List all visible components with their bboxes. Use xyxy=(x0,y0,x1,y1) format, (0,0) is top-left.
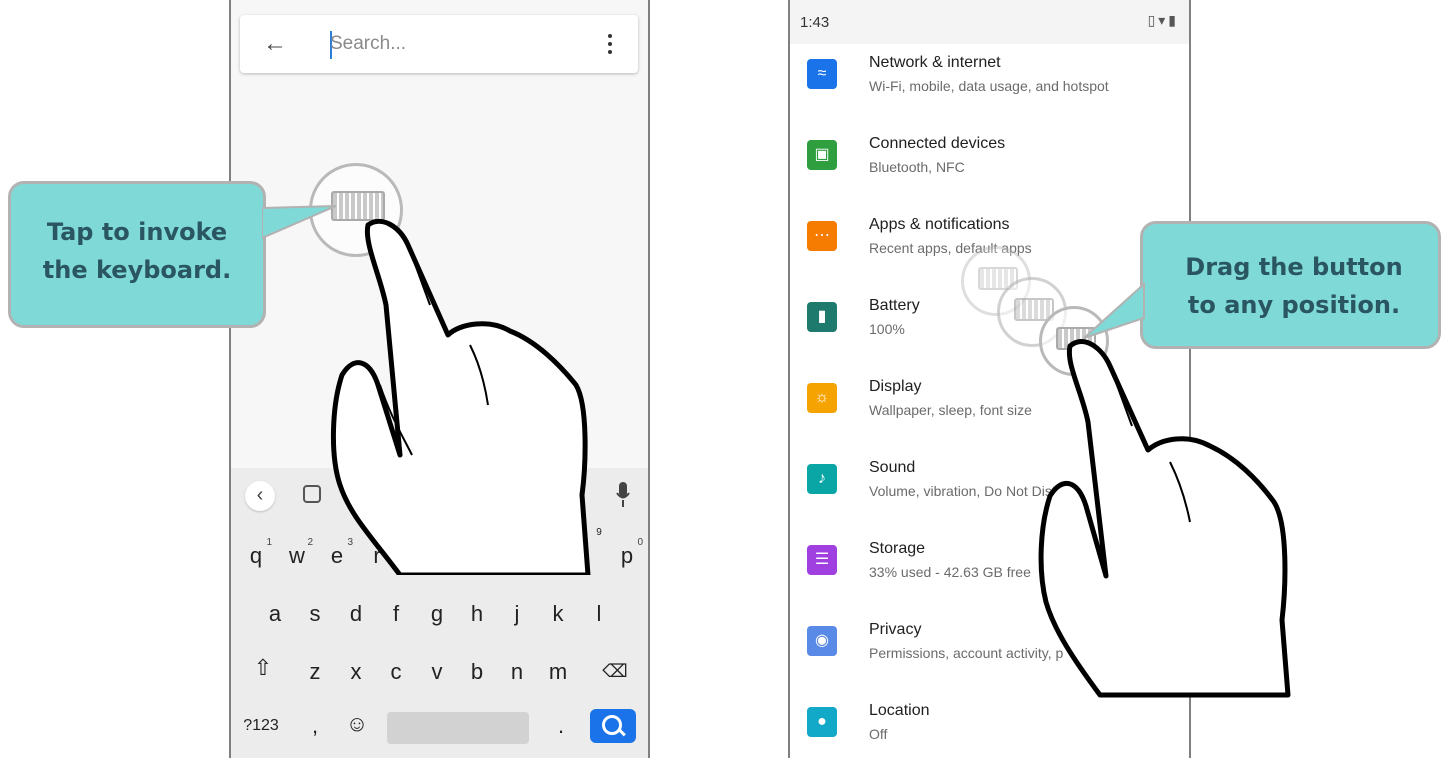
status-time: 1:43 xyxy=(800,14,830,31)
right-phone-screen: 1:43 ▯▾▮ ≈ Network & internet Wi-Fi, mob… xyxy=(788,0,1191,758)
display-icon: ☼ xyxy=(807,383,837,413)
left-phone-screen: ← ‹ q1 w2 e3 r 9 p0 a s d f g h j k l ⇧ … xyxy=(229,0,650,758)
keyboard-toolbar: ‹ xyxy=(231,468,648,521)
location-icon: ● xyxy=(807,707,837,737)
backspace-key-icon[interactable]: ⌫ xyxy=(597,661,633,682)
setting-title: Battery xyxy=(869,297,920,314)
space-key[interactable] xyxy=(387,712,529,744)
setting-title: Privacy xyxy=(869,621,922,638)
key-hint-9: 9 xyxy=(596,527,602,538)
key-comma[interactable]: , xyxy=(297,713,333,739)
keyboard-search-button[interactable] xyxy=(590,709,636,743)
key-d[interactable]: d xyxy=(338,601,374,627)
key-m[interactable]: m xyxy=(540,659,576,685)
floating-keyboard-button[interactable] xyxy=(1039,306,1109,376)
setting-sound[interactable]: ♪ Sound Volume, vibration, Do Not Distur… xyxy=(790,449,1189,530)
key-j[interactable]: j xyxy=(499,601,535,627)
key-s[interactable]: s xyxy=(297,601,333,627)
privacy-icon: ◉ xyxy=(807,626,837,656)
search-bar: ← xyxy=(240,15,638,73)
drag-callout-line2: to any position. xyxy=(1187,291,1401,319)
key-g[interactable]: g xyxy=(419,601,455,627)
tap-callout-line1: Tap to invoke xyxy=(46,218,228,246)
storage-icon: ☰ xyxy=(807,545,837,575)
search-input[interactable] xyxy=(330,29,580,59)
more-options-icon[interactable] xyxy=(600,31,620,57)
symbols-key[interactable]: ?123 xyxy=(237,717,285,735)
drag-callout-line1: Drag the button xyxy=(1185,253,1403,281)
setting-subtitle: Volume, vibration, Do Not Disturb xyxy=(869,483,1076,499)
setting-connected-devices[interactable]: ▣ Connected devices Bluetooth, NFC xyxy=(790,125,1189,206)
setting-display[interactable]: ☼ Display Wallpaper, sleep, font size xyxy=(790,368,1189,449)
key-b[interactable]: b xyxy=(459,659,495,685)
key-f[interactable]: f xyxy=(378,601,414,627)
keyboard: q1 w2 e3 r 9 p0 a s d f g h j k l ⇧ z x … xyxy=(231,521,648,758)
status-icons: ▯▾▮ xyxy=(1147,12,1179,28)
key-c[interactable]: c xyxy=(378,659,414,685)
key-x[interactable]: x xyxy=(338,659,374,685)
key-q[interactable]: q1 xyxy=(238,537,274,569)
battery-icon: ▮ xyxy=(807,302,837,332)
key-r[interactable]: r xyxy=(359,543,395,569)
setting-privacy[interactable]: ◉ Privacy Permissions, account activity,… xyxy=(790,611,1189,692)
setting-subtitle: Wi-Fi, mobile, data usage, and hotspot xyxy=(869,78,1109,94)
key-k[interactable]: k xyxy=(540,601,576,627)
devices-icon: ▣ xyxy=(807,140,837,170)
keyboard-icon xyxy=(1056,326,1096,351)
setting-title: Connected devices xyxy=(869,135,1006,152)
status-bar: 1:43 ▯▾▮ xyxy=(790,0,1189,44)
key-w[interactable]: w2 xyxy=(279,537,315,569)
key-z[interactable]: z xyxy=(297,659,333,685)
key-h[interactable]: h xyxy=(459,601,495,627)
microphone-icon[interactable] xyxy=(616,482,630,508)
setting-subtitle: 100% xyxy=(869,321,905,337)
sound-icon: ♪ xyxy=(807,464,837,494)
setting-title: Apps & notifications xyxy=(869,216,1010,233)
back-arrow-icon[interactable]: ← xyxy=(260,29,290,59)
setting-subtitle: Permissions, account activity, p xyxy=(869,645,1064,661)
setting-title: Storage xyxy=(869,540,926,557)
setting-subtitle: Off xyxy=(869,726,888,742)
key-p[interactable]: p0 xyxy=(609,537,645,569)
keyboard-icon xyxy=(331,190,385,222)
sticker-icon[interactable] xyxy=(303,485,321,503)
shift-key-icon[interactable]: ⇧ xyxy=(245,655,281,681)
key-n[interactable]: n xyxy=(499,659,535,685)
setting-storage[interactable]: ☰ Storage 33% used - 42.63 GB free xyxy=(790,530,1189,611)
key-a[interactable]: a xyxy=(257,601,293,627)
setting-title: Sound xyxy=(869,459,916,476)
key-l[interactable]: l xyxy=(581,601,617,627)
setting-title: Location xyxy=(869,702,930,719)
emoji-key-icon[interactable]: ☺ xyxy=(339,711,375,737)
floating-keyboard-button[interactable] xyxy=(309,163,403,257)
tap-callout-line2: the keyboard. xyxy=(42,256,232,284)
wifi-icon: ≈ xyxy=(807,59,837,89)
key-v[interactable]: v xyxy=(419,659,455,685)
key-period[interactable]: . xyxy=(543,713,579,739)
setting-title: Display xyxy=(869,378,922,395)
setting-subtitle: Bluetooth, NFC xyxy=(869,159,965,175)
setting-subtitle: Wallpaper, sleep, font size xyxy=(869,402,1032,418)
setting-subtitle: 33% used - 42.63 GB free xyxy=(869,564,1031,580)
key-e[interactable]: e3 xyxy=(319,537,355,569)
setting-network[interactable]: ≈ Network & internet Wi-Fi, mobile, data… xyxy=(790,44,1189,125)
apps-icon: ⋯ xyxy=(807,221,837,251)
keyboard-collapse-icon[interactable]: ‹ xyxy=(245,481,275,511)
setting-title: Network & internet xyxy=(869,54,1001,71)
setting-location[interactable]: ● Location Off xyxy=(790,692,1189,758)
